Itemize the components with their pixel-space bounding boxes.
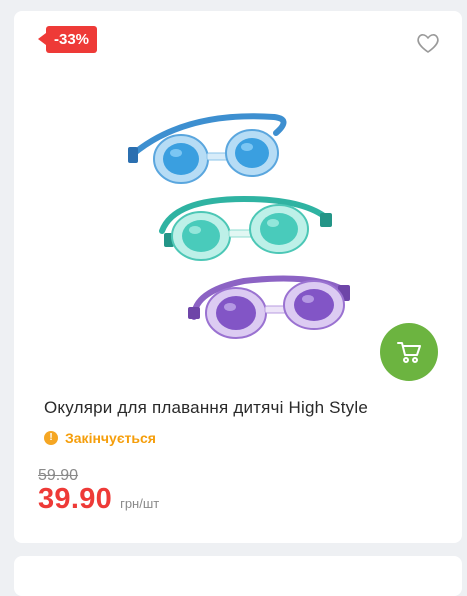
warning-icon: ! bbox=[44, 431, 58, 445]
purple-goggles bbox=[188, 275, 350, 339]
stock-status-label: Закінчується bbox=[65, 430, 156, 446]
price-row: 39.90 грн/шт bbox=[38, 483, 159, 516]
cart-icon bbox=[397, 342, 421, 363]
product-image[interactable] bbox=[124, 103, 364, 343]
teal-goggles bbox=[159, 195, 332, 261]
product-card[interactable]: -33% Окуляри для плавання дитячі High St… bbox=[14, 11, 462, 543]
stock-status: ! Закінчується bbox=[44, 430, 156, 446]
add-to-cart-button[interactable] bbox=[380, 323, 438, 381]
next-product-card[interactable] bbox=[14, 556, 462, 596]
price-unit: грн/шт bbox=[120, 496, 160, 511]
discount-badge: -33% bbox=[37, 26, 98, 53]
current-price: 39.90 bbox=[38, 483, 113, 515]
product-title[interactable]: Окуляри для плавання дитячі High Style bbox=[44, 397, 454, 419]
wishlist-button[interactable] bbox=[414, 31, 442, 55]
heart-icon bbox=[417, 34, 439, 53]
blue-goggles bbox=[128, 113, 287, 184]
